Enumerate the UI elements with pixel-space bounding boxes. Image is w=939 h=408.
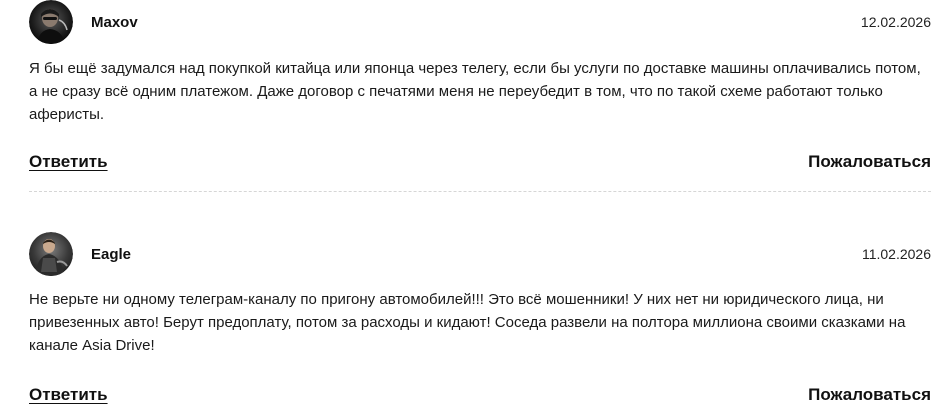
- comment-header: Maxov 12.02.2026: [29, 0, 931, 46]
- comment-divider: [29, 191, 931, 192]
- comment-actions: Ответить Пожаловаться: [29, 385, 931, 407]
- comment-item: Maxov 12.02.2026 Я бы ещё задумался над …: [29, 0, 931, 171]
- report-link[interactable]: Пожаловаться: [808, 152, 931, 172]
- comment-author: Maxov: [91, 14, 138, 31]
- avatar[interactable]: [29, 232, 73, 276]
- reply-link[interactable]: Ответить: [29, 152, 108, 172]
- comment-author: Eagle: [91, 246, 132, 263]
- user-photo-icon: [29, 232, 73, 276]
- comment-text: Не верьте ни одному телеграм-каналу по п…: [29, 291, 906, 354]
- comment-header: Eagle 11.02.2026: [29, 232, 931, 278]
- comment-date: 12.02.2026: [860, 14, 931, 30]
- comment-date: 11.02.2026: [861, 246, 931, 262]
- user-photo-icon: [29, 0, 73, 44]
- comment-item: Eagle 11.02.2026 Не верьте ни одному тел…: [29, 232, 931, 404]
- reply-link[interactable]: Ответить: [29, 385, 108, 405]
- comment-text: Я бы ещё задумался над покупкой китайца …: [29, 60, 921, 123]
- report-link[interactable]: Пожаловаться: [808, 385, 931, 405]
- avatar[interactable]: [29, 0, 73, 44]
- comment-actions: Ответить Пожаловаться: [29, 152, 931, 174]
